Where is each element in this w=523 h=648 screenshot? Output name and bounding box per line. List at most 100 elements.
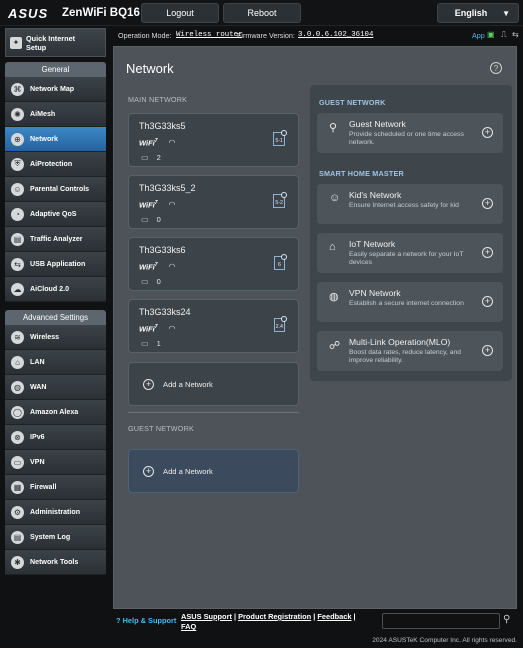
general-header: General [5, 62, 106, 77]
parental-icon: ☺ [11, 182, 24, 196]
wifi-badge-number: 7 [154, 262, 158, 268]
quick-internet-setup-button[interactable]: ✦ Quick Internet Setup [5, 28, 106, 57]
client-count-value: 2 [156, 153, 161, 162]
search-input[interactable] [382, 613, 500, 629]
sidebar-item-amazon-alexa[interactable]: ◯ Amazon Alexa [5, 400, 106, 425]
network-card[interactable]: Th3G33ks5 WiFi7 ◠ 5-1 ▭ 2 [128, 113, 299, 167]
sidebar-item-adaptive-qos[interactable]: ◔ Adaptive QoS [5, 202, 106, 227]
guest-icon: ⚲ [329, 122, 338, 134]
plus-icon[interactable]: + [482, 198, 493, 209]
wifi-badge-label: WiFi [139, 200, 155, 210]
sidebar-item-vpn[interactable]: ▭ VPN [5, 450, 106, 475]
ipv6-icon: ⊗ [11, 430, 24, 444]
network-status-icon[interactable]: ⎍ [501, 30, 507, 40]
firmware-link[interactable]: 3.0.0.6.102_36104 [298, 31, 373, 39]
guest-network-header: GUEST NETWORK [128, 424, 194, 433]
firewall-icon: ▦ [11, 480, 24, 494]
sidebar-item-label: Network Map [30, 85, 75, 93]
sidebar-item-network-map[interactable]: ⌘ Network Map [5, 77, 106, 102]
vpn-globe-icon: ◍ [329, 291, 339, 303]
help-circle-icon: ? [116, 616, 121, 625]
wand-icon: ✦ [10, 36, 22, 49]
sidebar-item-label: AiMesh [30, 110, 56, 118]
search-icon[interactable]: ⚲ [503, 614, 510, 625]
asus-support-link[interactable]: ASUS Support [181, 612, 232, 621]
sidebar-item-traffic-analyzer[interactable]: ▤ Traffic Analyzer [5, 227, 106, 252]
plus-icon[interactable]: + [482, 345, 493, 356]
sidebar-item-aimesh[interactable]: ✺ AiMesh [5, 102, 106, 127]
sidebar-item-aiprotection[interactable]: ⛨ AiProtection [5, 152, 106, 177]
plus-icon[interactable]: + [482, 247, 493, 258]
feedback-link[interactable]: Feedback [317, 612, 351, 621]
wifi7-badge: WiFi7 [139, 262, 158, 272]
shield-icon: ⛨ [11, 157, 24, 171]
sidebar-item-label: Amazon Alexa [30, 408, 79, 416]
app-link[interactable]: App [472, 31, 485, 40]
client-count-value: 0 [156, 277, 161, 286]
wifi-badge-number: 7 [154, 200, 158, 206]
network-badges: WiFi7 ◠ [139, 138, 176, 148]
add-guest-network-button[interactable]: + Add a Network [128, 449, 299, 493]
feature-card-kid-s-network[interactable]: ☺ Kid's Network Ensure Internet access saf… [317, 184, 503, 224]
wifi-signal-icon: ◠ [168, 324, 176, 334]
help-support-link[interactable]: ? Help & Support [116, 616, 176, 625]
smart-home-header: SMART HOME MASTER [319, 169, 404, 178]
sidebar-item-firewall[interactable]: ▦ Firewall [5, 475, 106, 500]
log-icon: ▤ [11, 530, 24, 544]
network-ssid: Th3G33ks24 [139, 307, 191, 317]
network-ssid: Th3G33ks5 [139, 121, 186, 131]
app-device-icon[interactable]: ▣ [487, 30, 495, 39]
sidebar-item-parental-controls[interactable]: ☺ Parental Controls [5, 177, 106, 202]
sidebar-item-usb-application[interactable]: ⇆ USB Application [5, 252, 106, 277]
language-select[interactable]: English ▼ [437, 3, 519, 23]
sidebar-item-label: System Log [30, 533, 71, 541]
admin-icon: ⚙ [11, 505, 24, 519]
sidebar-item-label: Firewall [30, 483, 57, 491]
wifi7-badge: WiFi7 [139, 324, 158, 334]
sidebar-item-label: Network Tools [30, 558, 79, 566]
network-icon: ⊕ [11, 132, 24, 146]
sidebar-item-label: Administration [30, 508, 81, 516]
network-card[interactable]: Th3G33ks5_2 WiFi7 ◠ 5-2 ▭ 0 [128, 175, 299, 229]
band-label: 5-1 [275, 138, 283, 144]
logout-button[interactable]: Logout [141, 3, 219, 23]
sidebar-item-ipv6[interactable]: ⊗ IPv6 [5, 425, 106, 450]
usb-icon: ⇆ [11, 257, 24, 271]
band-label: 5-2 [275, 200, 283, 206]
band-icon: 5-1 [273, 130, 287, 146]
feature-card-multi-link-operation-mlo[interactable]: ☍ Multi-Link Operation(MLO) Boost data rat… [317, 331, 503, 371]
client-count: ▭ 2 [141, 153, 161, 162]
sidebar-item-wan[interactable]: ◍ WAN [5, 375, 106, 400]
guest-feature-header: GUEST NETWORK [319, 98, 386, 107]
guest-network-card[interactable]: ⚲ Guest Network Provide scheduled or one… [317, 113, 503, 153]
plus-icon[interactable]: + [482, 127, 493, 138]
wifi-icon: ≋ [11, 330, 24, 344]
sidebar-item-lan[interactable]: ⌂ LAN [5, 350, 106, 375]
network-card[interactable]: Th3G33ks24 WiFi7 ◠ 2.4 ▭ 1 [128, 299, 299, 353]
sidebar-item-label: Network [30, 135, 58, 143]
feature-card-vpn-network[interactable]: ◍ VPN Network Establish a secure internet … [317, 282, 503, 322]
add-network-button[interactable]: + Add a Network [128, 362, 299, 406]
sidebar-item-aicloud-2-0[interactable]: ☁ AiCloud 2.0 [5, 277, 106, 302]
feature-card-iot-network[interactable]: ⌂ IoT Network Easily separate a network fo… [317, 233, 503, 273]
model-name: ZenWiFi BQ16 [62, 7, 140, 19]
client-count: ▭ 1 [141, 339, 161, 348]
operation-mode-link[interactable]: Wireless router [176, 31, 243, 39]
reboot-button[interactable]: Reboot [223, 3, 301, 23]
product-registration-link[interactable]: Product Registration [238, 612, 311, 621]
feature-title: VPN Network [349, 288, 401, 298]
sidebar-item-network-tools[interactable]: ✱ Network Tools [5, 550, 106, 575]
plus-icon[interactable]: + [482, 296, 493, 307]
help-icon[interactable]: ? [490, 62, 502, 74]
network-card[interactable]: Th3G33ks6 WiFi7 ◠ 6 ▭ 0 [128, 237, 299, 291]
band-icon: 5-2 [273, 192, 287, 208]
faq-link[interactable]: FAQ [181, 622, 196, 631]
footer-links: ASUS Support | Product Registration | Fe… [181, 612, 356, 631]
sidebar-item-wireless[interactable]: ≋ Wireless [5, 325, 106, 350]
client-count: ▭ 0 [141, 277, 161, 286]
usb-status-icon[interactable]: ⇆ [512, 30, 519, 39]
sidebar-item-system-log[interactable]: ▤ System Log [5, 525, 106, 550]
sidebar-item-administration[interactable]: ⚙ Administration [5, 500, 106, 525]
sidebar-item-network[interactable]: ⊕ Network [5, 127, 106, 152]
band-label: 2.4 [275, 324, 283, 330]
